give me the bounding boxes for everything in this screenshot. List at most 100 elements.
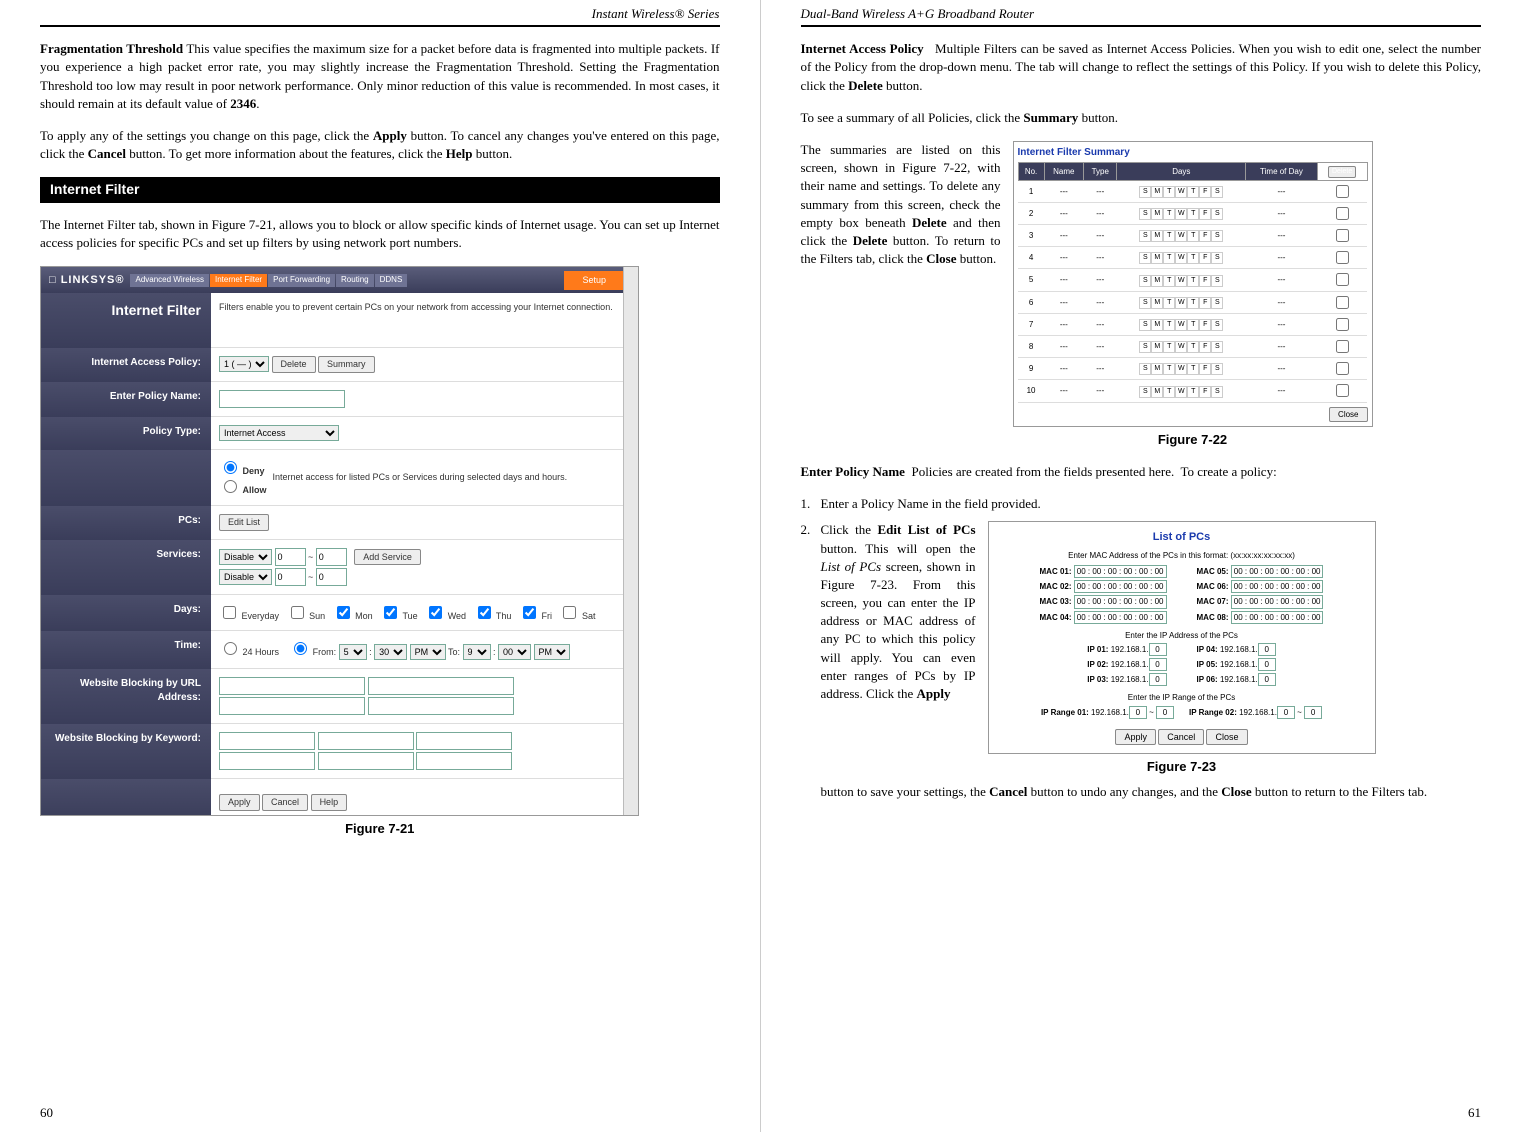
day-everyday[interactable] xyxy=(223,606,236,619)
time-ap1[interactable]: PM xyxy=(410,644,446,660)
tab-internet-filter[interactable]: Internet Filter xyxy=(210,274,267,287)
mac-04[interactable]: 00 : 00 : 00 : 00 : 00 : 00 xyxy=(1074,611,1167,624)
url-3[interactable] xyxy=(219,697,365,715)
ip-04[interactable]: 0 xyxy=(1258,643,1276,656)
kw-6[interactable] xyxy=(416,752,512,770)
mac-02[interactable]: 00 : 00 : 00 : 00 : 00 : 00 xyxy=(1074,580,1167,593)
fig723-close[interactable]: Close xyxy=(1206,729,1247,746)
edit-list-button[interactable]: Edit List xyxy=(219,514,269,531)
ip-03[interactable]: 0 xyxy=(1149,673,1167,686)
figure-7-21-screenshot: □ LINKSYS® Advanced Wireless Internet Fi… xyxy=(40,266,639,816)
time-h1[interactable]: 5 xyxy=(339,644,367,660)
kw-1[interactable] xyxy=(219,732,315,750)
ip-06[interactable]: 0 xyxy=(1258,673,1276,686)
time-ap2[interactable]: PM xyxy=(534,644,570,660)
tab-ddns[interactable]: DDNS xyxy=(375,274,408,287)
range-02b[interactable]: 0 xyxy=(1304,706,1322,719)
kw-5[interactable] xyxy=(318,752,414,770)
time-24h[interactable] xyxy=(224,642,237,655)
paragraph-iap: Internet Access Policy Multiple Filters … xyxy=(801,40,1482,95)
fig722-title: Internet Filter Summary xyxy=(1018,146,1368,160)
paragraph-summary: To see a summary of all Policies, click … xyxy=(801,109,1482,127)
tab-port-forwarding[interactable]: Port Forwarding xyxy=(268,274,335,287)
setup-button[interactable]: Setup xyxy=(564,271,624,290)
label-block-keyword: Website Blocking by Keyword: xyxy=(41,724,211,779)
range-02a[interactable]: 0 xyxy=(1277,706,1295,719)
mac-05[interactable]: 00 : 00 : 00 : 00 : 00 : 00 xyxy=(1231,565,1324,578)
fig722-check-6[interactable] xyxy=(1336,296,1349,309)
url-4[interactable] xyxy=(368,697,514,715)
ip-05[interactable]: 0 xyxy=(1258,658,1276,671)
tab-routing[interactable]: Routing xyxy=(336,274,374,287)
step-1: Enter a Policy Name in the field provide… xyxy=(821,495,1482,513)
linksys-logo: □ LINKSYS® xyxy=(49,273,124,288)
tab-advanced-wireless[interactable]: Advanced Wireless xyxy=(130,274,208,287)
svc-to-1[interactable] xyxy=(316,548,347,566)
svc-to-2[interactable] xyxy=(316,568,347,586)
time-m1[interactable]: 30 xyxy=(374,644,407,660)
ip-02[interactable]: 0 xyxy=(1149,658,1167,671)
fig722-check-7[interactable] xyxy=(1336,318,1349,331)
service-select-1[interactable]: Disable xyxy=(219,549,272,565)
range-01b[interactable]: 0 xyxy=(1156,706,1174,719)
fig723-apply[interactable]: Apply xyxy=(1115,729,1156,746)
fig722-delete[interactable]: Delete xyxy=(1328,166,1356,178)
add-service-button[interactable]: Add Service xyxy=(354,549,421,566)
kw-3[interactable] xyxy=(416,732,512,750)
header-right: Dual-Band Wireless A+G Broadband Router xyxy=(801,5,1482,27)
mac-03[interactable]: 00 : 00 : 00 : 00 : 00 : 00 xyxy=(1074,595,1167,608)
day-mon[interactable] xyxy=(337,606,350,619)
term-fragmentation: Fragmentation Threshold xyxy=(40,41,183,56)
section-internet-filter: Internet Filter xyxy=(40,177,720,203)
policy-select[interactable]: 1 ( — ) xyxy=(219,356,269,372)
policy-name-input[interactable] xyxy=(219,390,345,408)
kw-2[interactable] xyxy=(318,732,414,750)
allow-radio[interactable] xyxy=(224,480,237,493)
figure-7-22-caption: Figure 7-22 xyxy=(1013,431,1373,449)
fig722-check-10[interactable] xyxy=(1336,384,1349,397)
fig723-cancel[interactable]: Cancel xyxy=(1158,729,1204,746)
fig722-check-4[interactable] xyxy=(1336,251,1349,264)
time-from[interactable] xyxy=(294,642,307,655)
cancel-button[interactable]: Cancel xyxy=(262,794,308,811)
svc-from-1[interactable] xyxy=(275,548,306,566)
time-h2[interactable]: 9 xyxy=(463,644,491,660)
scrollbar[interactable] xyxy=(623,267,638,815)
col-name: Name xyxy=(1044,162,1083,180)
url-1[interactable] xyxy=(219,677,365,695)
day-wed[interactable] xyxy=(429,606,442,619)
fig722-check-8[interactable] xyxy=(1336,340,1349,353)
day-sun[interactable] xyxy=(291,606,304,619)
fig722-check-1[interactable] xyxy=(1336,185,1349,198)
fig723-sub2: Enter the IP Address of the PCs xyxy=(997,630,1367,641)
label-block-url: Website Blocking by URL Address: xyxy=(41,669,211,724)
range-01a[interactable]: 0 xyxy=(1129,706,1147,719)
fig722-check-9[interactable] xyxy=(1336,362,1349,375)
delete-button[interactable]: Delete xyxy=(272,356,316,373)
time-m2[interactable]: 00 xyxy=(498,644,531,660)
url-2[interactable] xyxy=(368,677,514,695)
day-tue[interactable] xyxy=(384,606,397,619)
help-button[interactable]: Help xyxy=(311,794,348,811)
mac-01[interactable]: 00 : 00 : 00 : 00 : 00 : 00 xyxy=(1074,565,1167,578)
svc-from-2[interactable] xyxy=(275,568,306,586)
kw-4[interactable] xyxy=(219,752,315,770)
fig722-check-3[interactable] xyxy=(1336,229,1349,242)
policy-type-select[interactable]: Internet Access xyxy=(219,425,339,441)
col-days: Days xyxy=(1117,162,1246,180)
day-fri[interactable] xyxy=(523,606,536,619)
day-sat[interactable] xyxy=(563,606,576,619)
apply-button[interactable]: Apply xyxy=(219,794,260,811)
summary-button[interactable]: Summary xyxy=(318,356,375,373)
fig722-check-5[interactable] xyxy=(1336,273,1349,286)
service-select-2[interactable]: Disable xyxy=(219,569,272,585)
fig722-check-2[interactable] xyxy=(1336,207,1349,220)
deny-radio[interactable] xyxy=(224,461,237,474)
ip-01[interactable]: 0 xyxy=(1149,643,1167,656)
figure-7-21-caption: Figure 7-21 xyxy=(40,820,720,838)
mac-08[interactable]: 00 : 00 : 00 : 00 : 00 : 00 xyxy=(1231,611,1324,624)
fig722-close[interactable]: Close xyxy=(1329,407,1367,422)
day-thu[interactable] xyxy=(478,606,491,619)
mac-07[interactable]: 00 : 00 : 00 : 00 : 00 : 00 xyxy=(1231,595,1324,608)
mac-06[interactable]: 00 : 00 : 00 : 00 : 00 : 00 xyxy=(1231,580,1324,593)
